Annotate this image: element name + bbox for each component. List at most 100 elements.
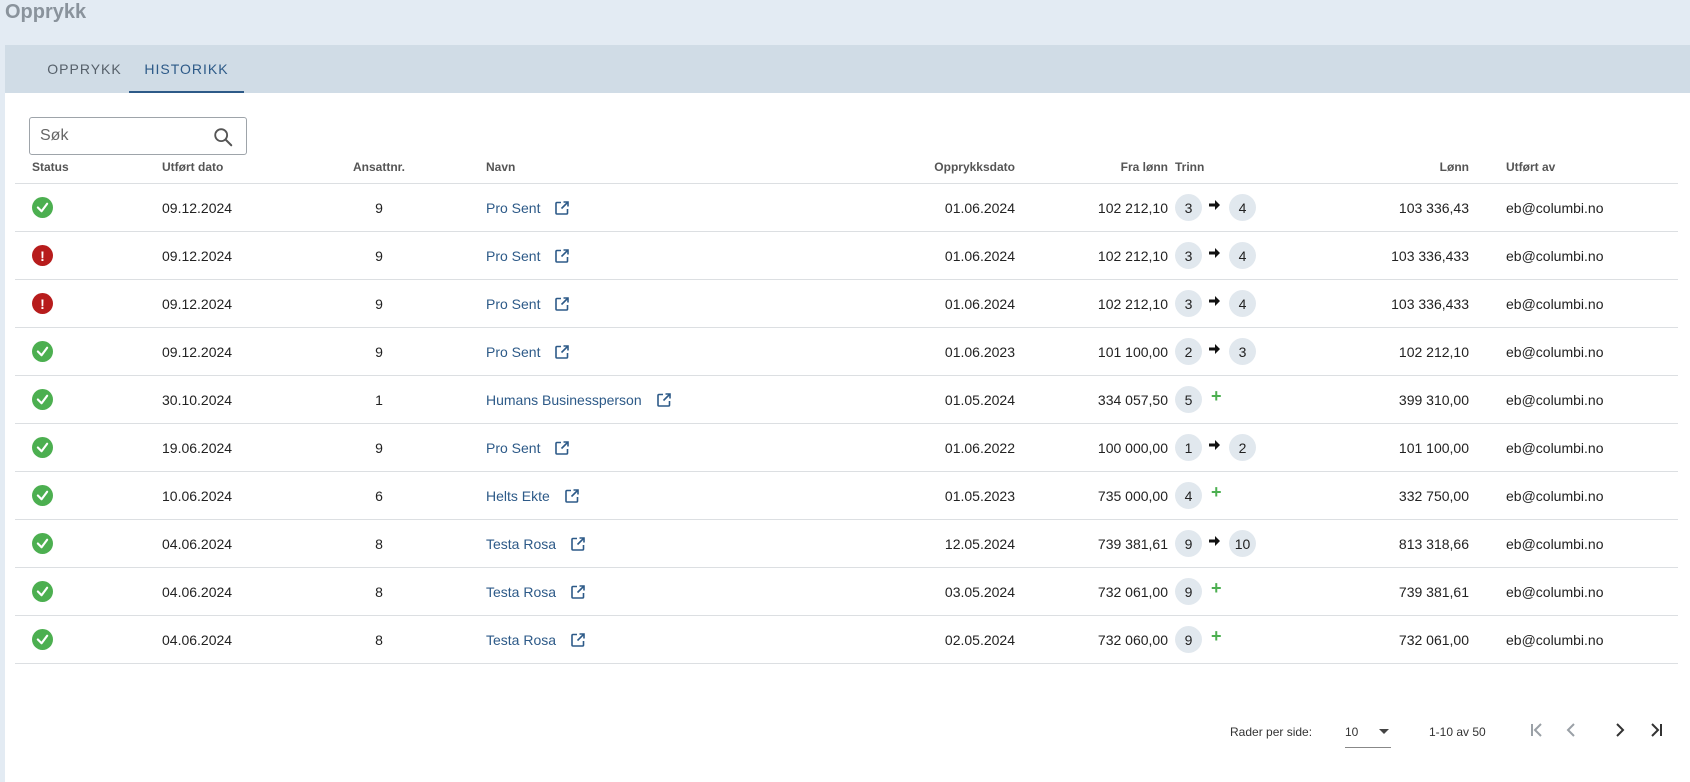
external-link-icon[interactable] (656, 392, 672, 408)
status-cell (32, 328, 53, 375)
lonn-cell: 101 100,00 (1398, 439, 1469, 456)
header-trinn[interactable]: Trinn (1175, 150, 1204, 183)
table-row: 04.06.2024 8 Testa Rosa 03.05.2024 732 061,0… (15, 568, 1678, 616)
employee-name-link[interactable]: Pro Sent (486, 296, 540, 312)
opprykksdato-cell: 01.06.2024 (944, 247, 1015, 264)
header-utfort-av[interactable]: Utført av (1506, 150, 1555, 183)
employee-name-link[interactable]: Pro Sent (486, 248, 540, 264)
trinn-from-chip: 9 (1175, 530, 1202, 557)
utfort-av-cell: eb@columbi.no (1506, 391, 1604, 408)
lonn-cell: 813 318,66 (1398, 535, 1469, 552)
rows-per-page-select[interactable]: 10 (1345, 717, 1391, 748)
external-link-icon[interactable] (570, 632, 586, 648)
next-page-icon[interactable] (1608, 718, 1632, 742)
trinn-from-chip: 4 (1175, 482, 1202, 509)
lonn-cell: 732 061,00 (1398, 631, 1469, 648)
check-circle-icon (32, 341, 53, 362)
ansattnr-cell: 9 (375, 343, 383, 360)
ansattnr-cell: 1 (375, 391, 383, 408)
opprykksdato-cell: 01.06.2023 (944, 343, 1015, 360)
employee-name-link[interactable]: Pro Sent (486, 440, 540, 456)
table-row: 04.06.2024 8 Testa Rosa 02.05.2024 732 060,0… (15, 616, 1678, 664)
lonn-cell: 103 336,433 (1391, 295, 1469, 312)
search-input[interactable] (40, 118, 200, 154)
header-navn[interactable]: Navn (486, 150, 515, 183)
trinn-from-chip: 2 (1175, 338, 1202, 365)
external-link-icon[interactable] (564, 488, 580, 504)
external-link-icon[interactable] (554, 344, 570, 360)
header-lonn[interactable]: Lønn (1440, 150, 1469, 183)
trinn-to-chip: 2 (1229, 434, 1256, 461)
lonn-cell: 103 336,43 (1398, 199, 1469, 216)
last-page-icon[interactable] (1644, 718, 1668, 742)
error-circle-icon: ! (32, 245, 53, 266)
tab-historikk[interactable]: HISTORIKK (129, 45, 244, 93)
trinn-cell: 34 (1175, 184, 1256, 231)
table-row: 10.06.2024 6 Helts Ekte 01.05.2023 735 000,0… (15, 472, 1678, 520)
table-row: 09.12.2024 9 Pro Sent 01.06.2024 102 212,10 3… (15, 184, 1678, 232)
table-row: ! 09.12.2024 9 Pro Sent 01.06.2024 102 212,10… (15, 280, 1678, 328)
check-circle-icon (32, 437, 53, 458)
ansattnr-cell: 9 (375, 247, 383, 264)
external-link-icon[interactable] (570, 536, 586, 552)
trinn-from-chip: 5 (1175, 386, 1202, 413)
first-page-icon[interactable] (1525, 718, 1549, 742)
employee-name-link[interactable]: Testa Rosa (486, 632, 556, 648)
navn-cell: Humans Businessperson (486, 376, 672, 423)
external-link-icon[interactable] (554, 248, 570, 264)
employee-name-link[interactable]: Humans Businessperson (486, 392, 642, 408)
utfort-dato-cell: 30.10.2024 (162, 391, 233, 408)
external-link-icon[interactable] (570, 584, 586, 600)
previous-page-icon[interactable] (1559, 718, 1583, 742)
utfort-dato-cell: 04.06.2024 (162, 583, 233, 600)
employee-name-link[interactable]: Pro Sent (486, 344, 540, 360)
employee-name-link[interactable]: Testa Rosa (486, 584, 556, 600)
header-status[interactable]: Status (32, 150, 69, 183)
search-icon[interactable] (212, 126, 234, 148)
employee-name-link[interactable]: Testa Rosa (486, 536, 556, 552)
external-link-icon[interactable] (554, 440, 570, 456)
tab-opprykk[interactable]: OPPRYKK (26, 45, 143, 93)
trinn-from-chip: 9 (1175, 578, 1202, 605)
employee-name-link[interactable]: Helts Ekte (486, 488, 550, 504)
utfort-av-cell: eb@columbi.no (1506, 247, 1604, 264)
header-opprykksdato[interactable]: Opprykksdato (934, 150, 1015, 183)
opprykksdato-cell: 01.06.2022 (944, 439, 1015, 456)
utfort-av-cell: eb@columbi.no (1506, 535, 1604, 552)
utfort-dato-cell: 09.12.2024 (162, 343, 233, 360)
table-row: 09.12.2024 9 Pro Sent 01.06.2023 101 100,00 2… (15, 328, 1678, 376)
check-circle-icon (32, 581, 53, 602)
arrow-right-icon (1209, 199, 1220, 210)
ansattnr-cell: 8 (375, 583, 383, 600)
status-cell (32, 424, 53, 471)
page-range: 1-10 av 50 (1429, 725, 1486, 739)
utfort-av-cell: eb@columbi.no (1506, 295, 1604, 312)
status-cell: ! (32, 280, 53, 327)
navn-cell: Pro Sent (486, 280, 570, 327)
external-link-icon[interactable] (554, 200, 570, 216)
trinn-from-chip: 3 (1175, 242, 1202, 269)
check-circle-icon (32, 197, 53, 218)
table-row: 19.06.2024 9 Pro Sent 01.06.2022 100 000,00 1… (15, 424, 1678, 472)
header-utfort-dato[interactable]: Utført dato (162, 150, 223, 183)
plus-icon: + (1211, 386, 1222, 406)
trinn-cell: 9 + (1175, 568, 1222, 615)
external-link-icon[interactable] (554, 296, 570, 312)
utfort-dato-cell: 10.06.2024 (162, 487, 233, 504)
status-cell: ! (32, 232, 53, 279)
fra-lonn-cell: 334 057,50 (1097, 391, 1168, 408)
navn-cell: Helts Ekte (486, 472, 580, 519)
fra-lonn-cell: 732 061,00 (1097, 583, 1168, 600)
utfort-dato-cell: 09.12.2024 (162, 199, 233, 216)
trinn-cell: 23 (1175, 328, 1256, 375)
arrow-right-icon (1209, 439, 1220, 450)
employee-name-link[interactable]: Pro Sent (486, 200, 540, 216)
status-cell (32, 184, 53, 231)
header-ansattnr[interactable]: Ansattnr. (349, 150, 409, 183)
lonn-cell: 399 310,00 (1398, 391, 1469, 408)
rows-per-page-label: Rader per side: (1230, 725, 1313, 739)
table-header: Status Utført dato Ansattnr. Navn Oppryk… (15, 150, 1678, 184)
utfort-dato-cell: 04.06.2024 (162, 631, 233, 648)
header-fra-lonn[interactable]: Fra lønn (1121, 150, 1168, 183)
fra-lonn-cell: 101 100,00 (1097, 343, 1168, 360)
